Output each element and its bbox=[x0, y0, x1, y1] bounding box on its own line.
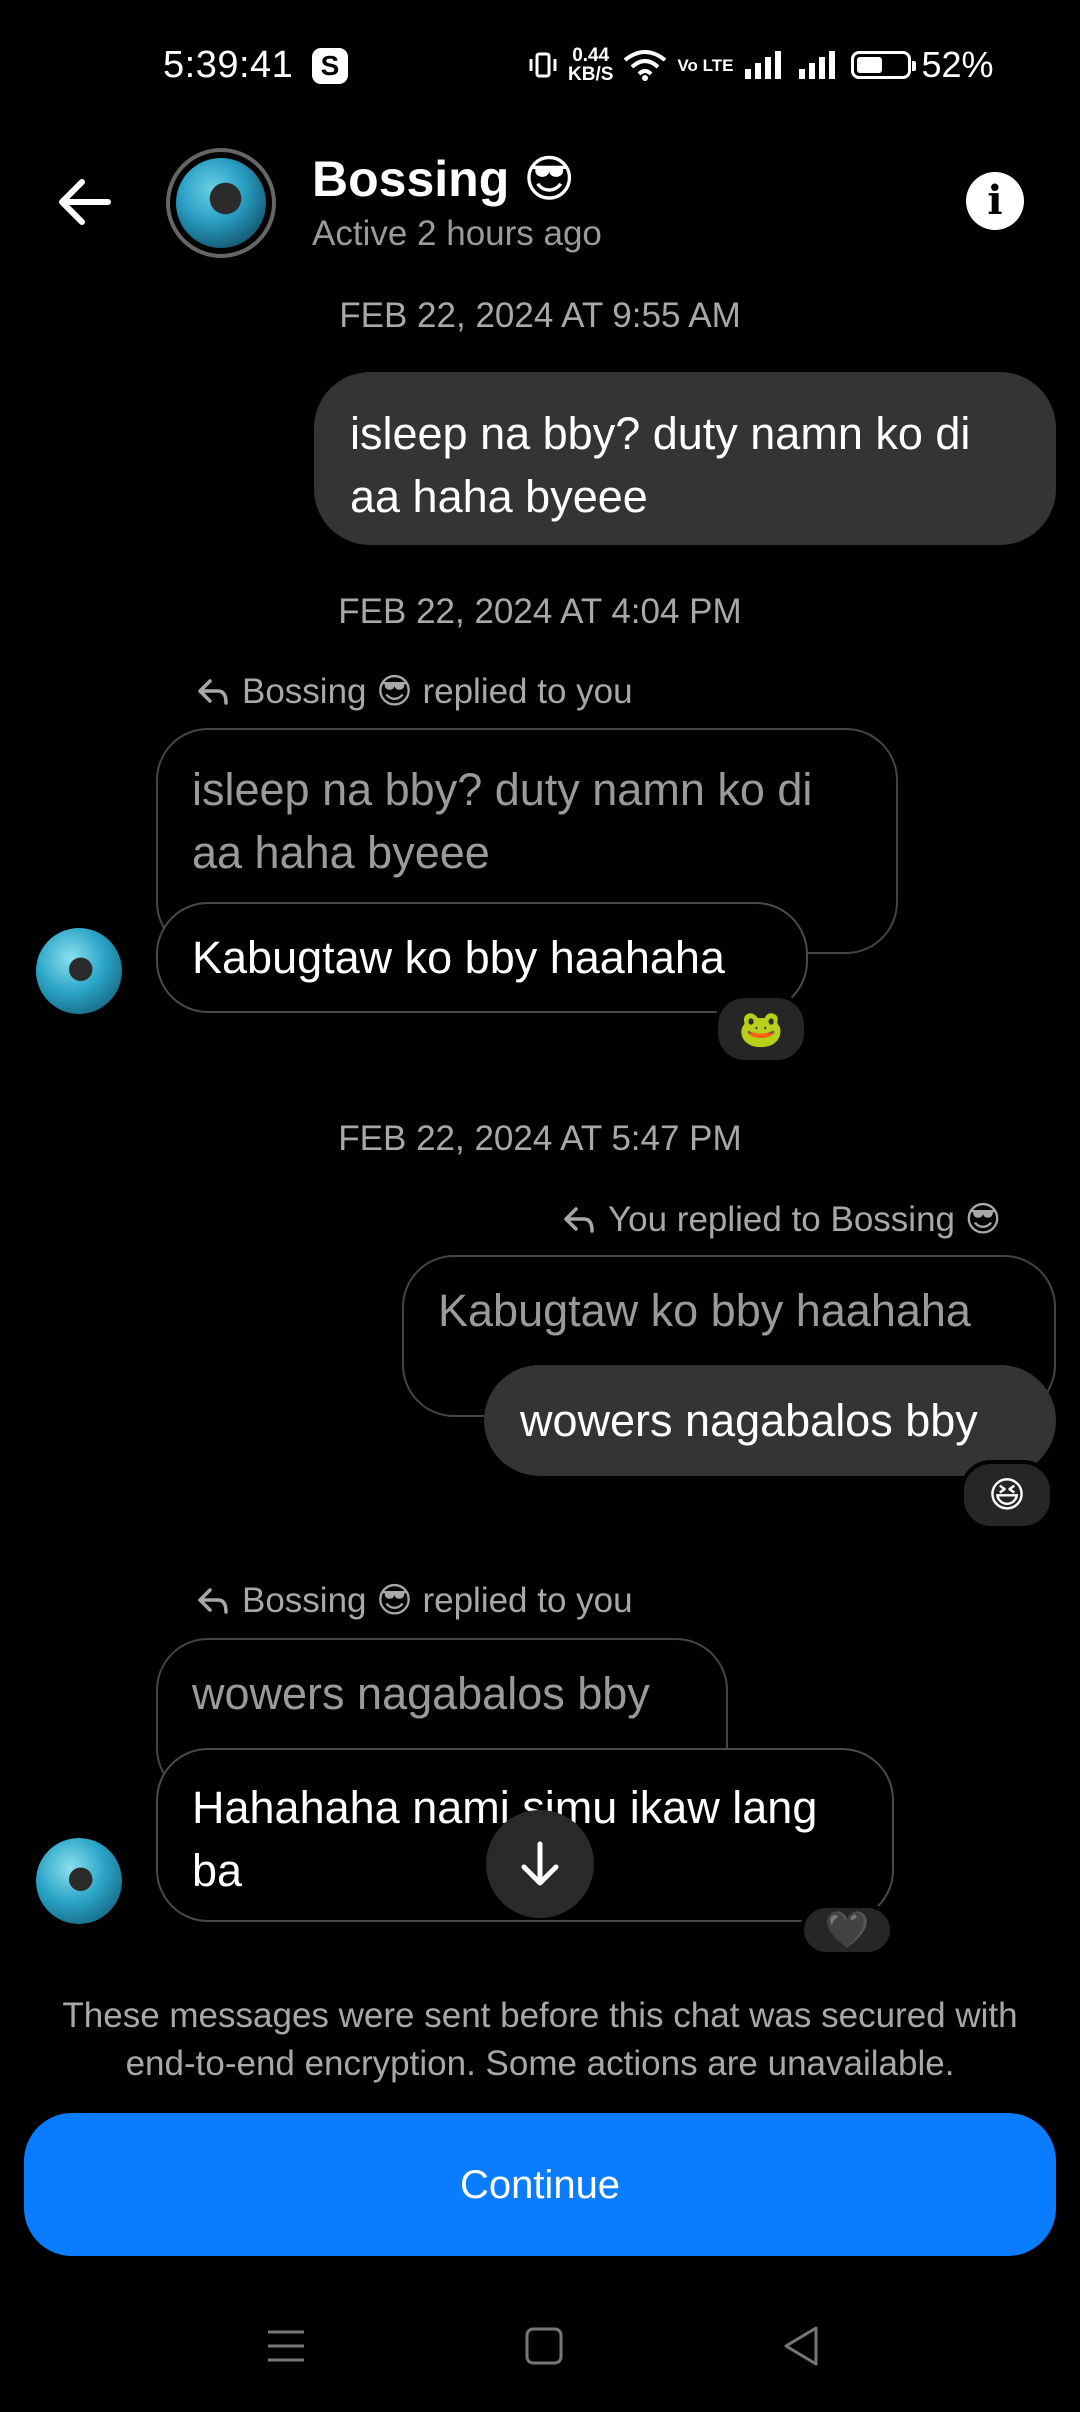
reply-label: You replied to Bossing 😎 bbox=[562, 1200, 1001, 1240]
sender-avatar[interactable] bbox=[36, 1838, 122, 1924]
reply-arrow-icon bbox=[198, 1588, 228, 1614]
signal-icon bbox=[745, 51, 782, 79]
battery-fill bbox=[857, 57, 883, 73]
battery-icon bbox=[851, 51, 917, 79]
back-arrow-icon[interactable] bbox=[52, 170, 116, 234]
active-status: Active 2 hours ago bbox=[312, 214, 602, 253]
volte-indicator: Vo LTE bbox=[677, 55, 734, 75]
outgoing-message[interactable]: wowers nagabalos bby bbox=[484, 1365, 1056, 1476]
reply-label-text: Bossing 😎 replied to you bbox=[242, 672, 633, 711]
back-triangle-icon[interactable] bbox=[772, 2316, 832, 2376]
app-notification-icon: S bbox=[312, 48, 348, 84]
reply-label-text: You replied to Bossing 😎 bbox=[608, 1200, 1002, 1239]
menu-icon[interactable] bbox=[256, 2316, 316, 2376]
continue-button[interactable]: Continue bbox=[24, 2113, 1056, 2256]
arrow-down-icon bbox=[521, 1841, 559, 1886]
reply-arrow-icon bbox=[198, 679, 228, 705]
reaction-laugh[interactable]: 😆 bbox=[960, 1460, 1054, 1530]
contact-name[interactable]: Bossing 😎 bbox=[312, 150, 575, 208]
reply-label-text: Bossing 😎 replied to you bbox=[242, 1581, 633, 1620]
reaction-frog[interactable]: 🐸 bbox=[714, 994, 808, 1064]
home-square-icon[interactable] bbox=[514, 2316, 574, 2376]
timestamp: FEB 22, 2024 AT 4:04 PM bbox=[338, 592, 742, 631]
sender-avatar[interactable] bbox=[36, 928, 122, 1014]
signal-icon-2 bbox=[799, 51, 836, 79]
reply-label: Bossing 😎 replied to you bbox=[196, 1581, 633, 1621]
outgoing-message[interactable]: isleep na bby? duty namn ko di aa haha b… bbox=[314, 372, 1056, 545]
reaction-heart[interactable]: 🖤 bbox=[800, 1904, 894, 1956]
wifi-icon bbox=[624, 50, 667, 81]
reply-arrow-icon bbox=[564, 1207, 594, 1233]
contact-avatar[interactable] bbox=[166, 148, 276, 258]
scroll-down-button[interactable] bbox=[486, 1810, 594, 1918]
encryption-notice: These messages were sent before this cha… bbox=[62, 1996, 1018, 2083]
avatar-image bbox=[176, 158, 266, 248]
status-time: 5:39:41 bbox=[163, 44, 294, 86]
info-icon[interactable]: i bbox=[966, 172, 1024, 230]
reply-label: Bossing 😎 replied to you bbox=[196, 672, 633, 712]
incoming-message[interactable]: Kabugtaw ko bby haahaha bbox=[156, 902, 808, 1013]
status-indicators: 0.44 KB/S Vo LTE 52% bbox=[528, 40, 994, 90]
battery-percent: 52% bbox=[921, 44, 994, 85]
timestamp: FEB 22, 2024 AT 9:55 AM bbox=[339, 296, 741, 335]
network-speed: 0.44 KB/S bbox=[568, 45, 614, 85]
vibrate-icon bbox=[529, 52, 557, 78]
timestamp: FEB 22, 2024 AT 5:47 PM bbox=[338, 1119, 742, 1158]
